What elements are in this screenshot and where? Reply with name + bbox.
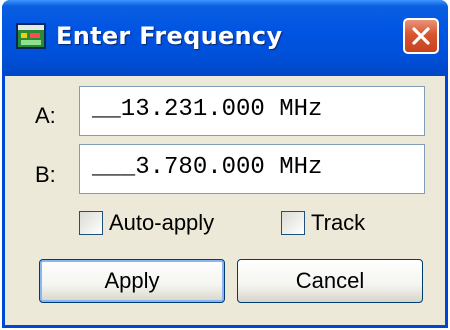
track-label: Track: [311, 210, 366, 235]
close-button[interactable]: [403, 18, 439, 54]
track-checkbox[interactable]: Track: [281, 210, 365, 236]
close-icon: [412, 27, 430, 45]
auto-apply-label: Auto-apply: [109, 210, 215, 235]
cancel-button[interactable]: Cancel: [237, 259, 423, 303]
frequency-app-icon: [16, 23, 46, 49]
field-a-label: A:: [35, 103, 56, 128]
apply-button[interactable]: Apply: [39, 259, 225, 303]
title-bar[interactable]: Enter Frequency: [2, 0, 448, 76]
auto-apply-checkbox[interactable]: Auto-apply: [79, 210, 214, 236]
frequency-a-input[interactable]: __13.231.000 MHz: [79, 86, 425, 136]
track-box[interactable]: [281, 211, 305, 235]
field-b-label: B:: [35, 162, 56, 187]
frequency-b-input[interactable]: ___3.780.000 MHz: [79, 144, 425, 194]
window-title: Enter Frequency: [56, 22, 283, 50]
auto-apply-box[interactable]: [79, 211, 103, 235]
enter-frequency-dialog: Enter Frequency A: __13.231.000 MHz B: _…: [2, 0, 448, 328]
dialog-body: A: __13.231.000 MHz B: ___3.780.000 MHz …: [5, 76, 445, 325]
